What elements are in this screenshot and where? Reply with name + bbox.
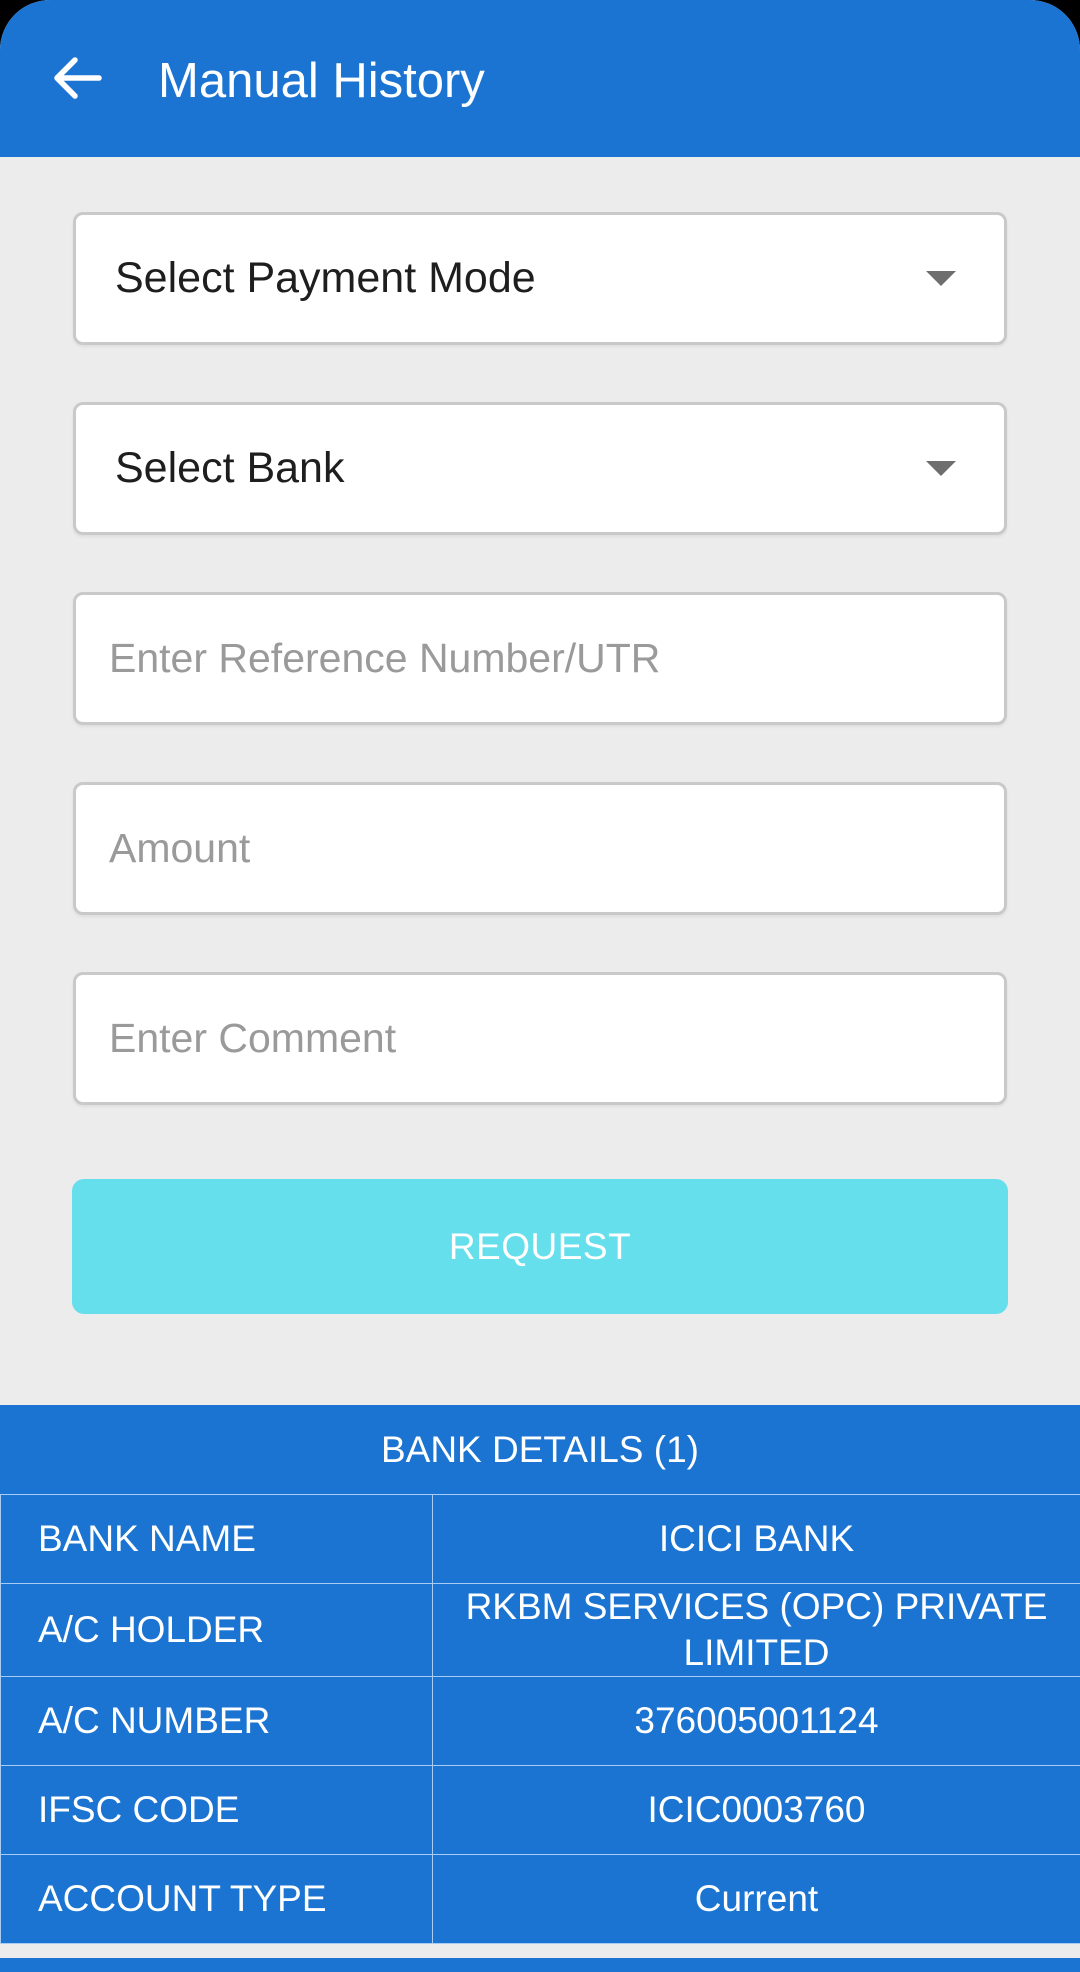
account-holder-value: RKBM SERVICES (OPC) PRIVATE LIMITED	[432, 1583, 1080, 1677]
amount-input[interactable]	[76, 785, 1004, 912]
account-type-value: Current	[432, 1854, 1080, 1944]
table-row: A/C HOLDER RKBM SERVICES (OPC) PRIVATE L…	[0, 1583, 1080, 1677]
bank-name-value: ICICI BANK	[432, 1494, 1080, 1584]
table-row: BANK NAME ICICI BANK	[0, 1494, 1080, 1584]
account-type-key: ACCOUNT TYPE	[0, 1854, 433, 1944]
bank-details-header: BANK DETAILS (1)	[0, 1405, 1080, 1495]
account-holder-key: A/C HOLDER	[0, 1583, 433, 1677]
ifsc-code-value: ICIC0003760	[432, 1765, 1080, 1855]
request-button[interactable]: REQUEST	[72, 1179, 1008, 1314]
table-row: ACCOUNT TYPE Current	[0, 1854, 1080, 1944]
account-number-value: 376005001124	[432, 1676, 1080, 1766]
reference-number-field	[73, 592, 1007, 725]
account-number-key: A/C NUMBER	[0, 1676, 433, 1766]
screen: Manual History Select Payment Mode Selec…	[0, 0, 1080, 1972]
table-row: A/C NUMBER 376005001124	[0, 1676, 1080, 1766]
bank-details-table: BANK NAME ICICI BANK A/C HOLDER RKBM SER…	[0, 1494, 1080, 1944]
bank-label: Select Bank	[115, 444, 345, 492]
bottom-strip	[0, 1958, 1080, 1972]
bank-dropdown[interactable]: Select Bank	[73, 402, 1007, 535]
reference-number-input[interactable]	[76, 595, 1004, 722]
caret-down-icon	[926, 271, 956, 286]
payment-mode-label: Select Payment Mode	[115, 254, 536, 302]
caret-down-icon	[926, 461, 956, 476]
arrow-left-icon	[54, 57, 102, 99]
bank-name-key: BANK NAME	[0, 1494, 433, 1584]
comment-field	[73, 972, 1007, 1105]
page-title: Manual History	[158, 54, 485, 108]
ifsc-code-key: IFSC CODE	[0, 1765, 433, 1855]
payment-mode-dropdown[interactable]: Select Payment Mode	[73, 212, 1007, 345]
back-button[interactable]	[42, 43, 112, 113]
app-bar: Manual History	[0, 0, 1080, 157]
amount-field	[73, 782, 1007, 915]
table-row: IFSC CODE ICIC0003760	[0, 1765, 1080, 1855]
comment-input[interactable]	[76, 975, 1004, 1102]
